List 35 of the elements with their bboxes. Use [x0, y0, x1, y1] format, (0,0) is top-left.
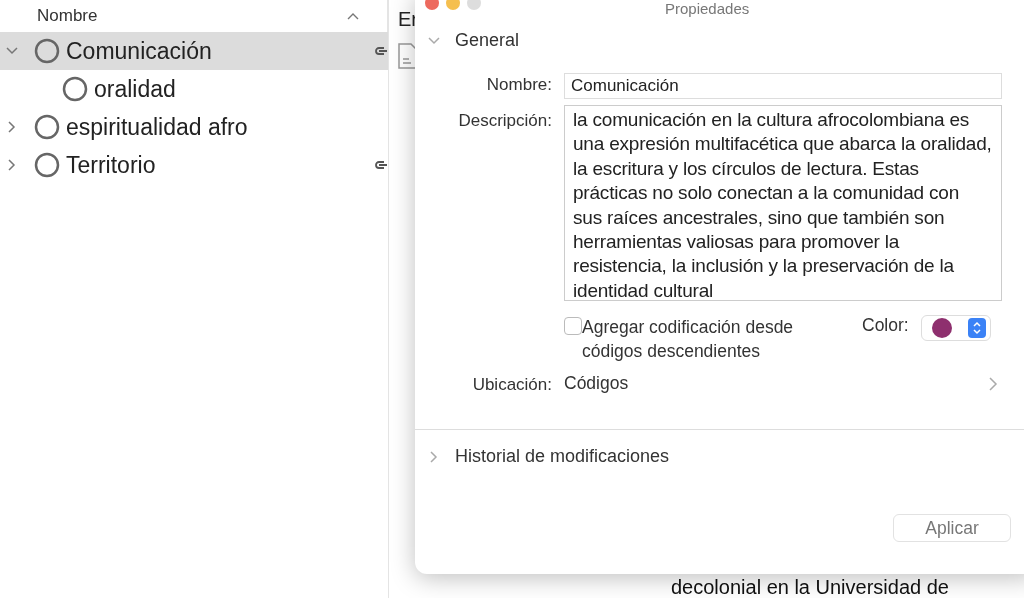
- tree-row[interactable]: Comunicación: [0, 32, 388, 70]
- code-label: Comunicación: [66, 37, 212, 65]
- checkbox-label: Agregar codificación desde códigos descendientes: [582, 316, 795, 363]
- chevron-right-icon[interactable]: [6, 121, 18, 133]
- window-title: Propiedades: [665, 0, 750, 17]
- close-button[interactable]: [425, 0, 439, 10]
- color-picker[interactable]: [920, 315, 991, 341]
- location-value: Códigos: [564, 373, 629, 394]
- code-label: espiritualidad afro: [66, 113, 248, 141]
- circle-icon: [34, 152, 60, 178]
- checkbox[interactable]: [564, 317, 582, 335]
- column-header[interactable]: Nombre: [37, 6, 98, 26]
- circle-icon: [34, 38, 60, 64]
- name-field[interactable]: Comunicación: [564, 73, 1002, 99]
- chevron-right-icon[interactable]: [988, 375, 998, 392]
- sort-caret-icon[interactable]: [347, 12, 359, 20]
- description-field[interactable]: la comunicación en la cultura afrocolombiana es una expresión multifacética que abarca la oralidad, la escritura y los círculos de lectura. Estas prácticas no solo conectan a la comunidad con sus raíces ancestrales, sino que también son herramientas valiosas para promover la resistencia, la inclusión y la preservación de la identidad cultural: [564, 105, 1002, 301]
- tree-row[interactable]: espiritualidad afro: [0, 108, 388, 146]
- tree-row[interactable]: Territorio: [0, 146, 388, 184]
- field-label: Descripción:: [457, 110, 552, 131]
- circle-icon: [34, 114, 60, 140]
- stepper-icon: [967, 318, 986, 338]
- chevron-right-icon[interactable]: [6, 159, 18, 171]
- document-text: decolonial en la Universidad de: [671, 576, 949, 598]
- section-title[interactable]: Historial de modificaciones: [455, 446, 670, 467]
- field-label: Color:: [862, 315, 909, 336]
- chevron-down-icon[interactable]: [6, 45, 18, 57]
- code-label: oralidad: [94, 75, 176, 103]
- field-label: Nombre:: [485, 74, 552, 95]
- code-label: Territorio: [66, 151, 156, 179]
- field-label: Ubicación:: [471, 374, 552, 395]
- tree-row[interactable]: oralidad: [0, 70, 388, 108]
- circle-icon: [62, 76, 88, 102]
- minimize-button[interactable]: [446, 0, 460, 10]
- section-title[interactable]: General: [455, 30, 520, 51]
